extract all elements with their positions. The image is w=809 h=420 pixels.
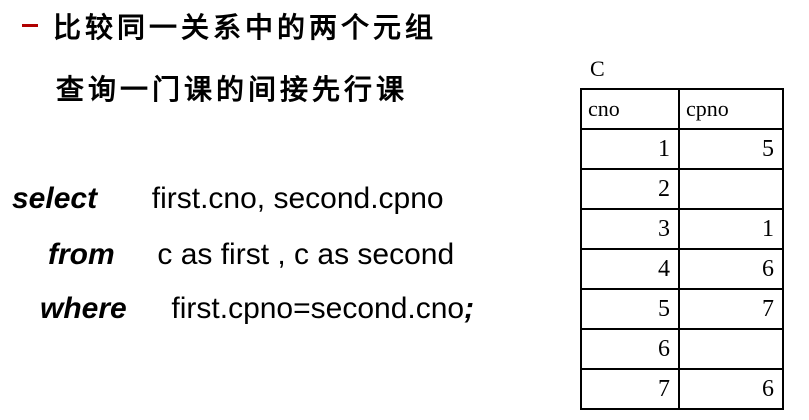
sql-from-tables: c as first , c as second (157, 238, 455, 271)
cell-cpno: 1 (678, 208, 784, 250)
cell-cpno: 6 (678, 248, 784, 290)
sql-keyword-from: from (48, 238, 115, 271)
column-header-cpno: cpno (678, 88, 784, 130)
table-row: 6 (580, 328, 784, 370)
table-row: 3 1 (580, 208, 784, 250)
cell-cpno (678, 168, 784, 210)
sql-where-line: where first.cpno=second.cno; (40, 292, 474, 326)
table-row: 7 6 (580, 368, 784, 410)
cell-cno: 5 (580, 288, 680, 330)
slide-heading: 比较同一关系中的两个元组 (53, 11, 438, 44)
table-row: 1 5 (580, 128, 784, 170)
sql-where-condition: first.cpno=second.cno (171, 292, 465, 325)
bullet-dash (22, 24, 38, 27)
slide-subheading: 查询一门课的间接先行课 (56, 73, 409, 106)
cell-cpno: 6 (678, 368, 784, 410)
cell-cno: 6 (580, 328, 680, 370)
sql-select-line: select first.cno, second.cpno (12, 182, 444, 216)
course-table: cno cpno 1 5 2 3 1 4 6 5 7 6 7 6 (580, 88, 784, 410)
cell-cno: 7 (580, 368, 680, 410)
sql-select-columns: first.cno, second.cpno (151, 182, 444, 215)
sql-from-line: from c as first , c as second (48, 238, 454, 272)
cell-cno: 4 (580, 248, 680, 290)
table-row: 5 7 (580, 288, 784, 330)
cell-cno: 2 (580, 168, 680, 210)
cell-cpno: 5 (678, 128, 784, 170)
table-header-row: cno cpno (580, 88, 784, 130)
sql-keyword-where: where (40, 292, 127, 325)
cell-cno: 1 (580, 128, 680, 170)
cell-cpno (678, 328, 784, 370)
table-row: 2 (580, 168, 784, 210)
cell-cpno: 7 (678, 288, 784, 330)
sql-terminator: ; (464, 292, 475, 325)
table-row: 4 6 (580, 248, 784, 290)
sql-keyword-select: select (12, 182, 98, 215)
column-header-cno: cno (580, 88, 680, 130)
table-name-label: C (590, 56, 605, 81)
cell-cno: 3 (580, 208, 680, 250)
